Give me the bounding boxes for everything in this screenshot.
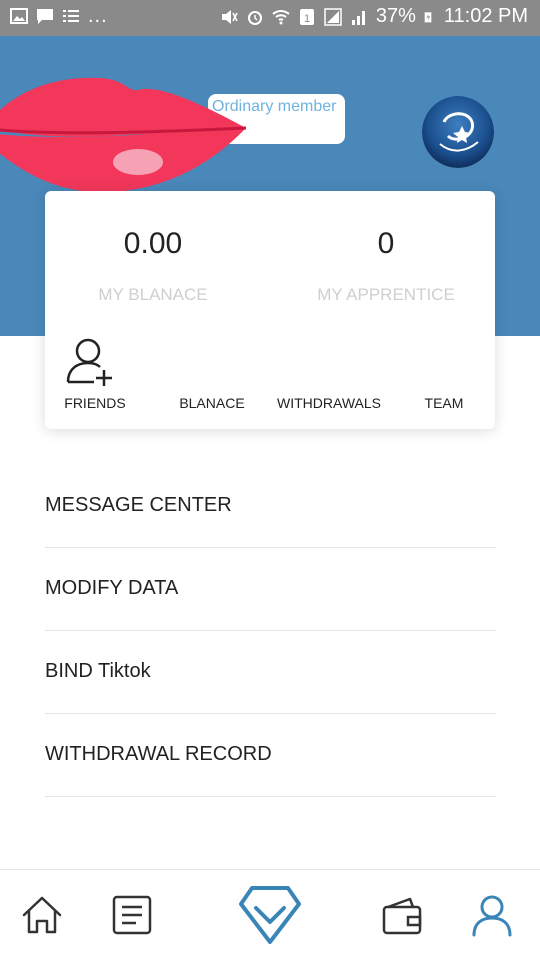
friends-label: FRIENDS xyxy=(64,395,126,411)
withdrawals-button[interactable]: WITHDRAWALS xyxy=(274,331,384,411)
apprentice-stat[interactable]: 0 MY APPRENTICE xyxy=(286,227,486,305)
menu-item-label: MESSAGE CENTER xyxy=(45,493,232,516)
add-friend-icon xyxy=(66,338,112,386)
sim-icon: 1 xyxy=(299,8,314,25)
menu-item-withdrawal-record[interactable]: WITHDRAWAL RECORD xyxy=(45,714,496,797)
profile-icon[interactable] xyxy=(470,893,514,937)
battery-percent: 37% xyxy=(375,5,416,27)
menu-item-label: BIND Tiktok xyxy=(45,659,151,682)
friends-button[interactable]: FRIENDS xyxy=(40,331,150,411)
menu-item-modify-data[interactable]: MODIFY DATA xyxy=(45,548,496,631)
balance-value: 0.00 xyxy=(123,227,183,260)
balance-label: MY BLANACE xyxy=(98,285,208,304)
notification-icons: ... xyxy=(10,5,108,27)
list-icon xyxy=(63,10,79,22)
account-summary-card: 0.00 MY BLANACE 0 MY APPRENTICE FRIENDS … xyxy=(45,191,495,429)
alarm-icon xyxy=(247,10,262,25)
message-icon xyxy=(37,9,53,24)
balance-button[interactable]: BLANACE xyxy=(157,331,267,411)
balance-stat[interactable]: 0.00 MY BLANACE xyxy=(53,227,253,305)
wifi-icon xyxy=(272,9,290,24)
apprentice-label: MY APPRENTICE xyxy=(317,285,455,304)
system-icons: 1 37% 11:02 PM xyxy=(220,5,528,28)
menu-item-label: MODIFY DATA xyxy=(45,576,179,599)
clock: 11:02 PM xyxy=(443,5,528,27)
settings-menu: MESSAGE CENTER MODIFY DATA BIND Tiktok W… xyxy=(45,465,496,797)
svg-text:1: 1 xyxy=(304,13,310,25)
lips-sticker xyxy=(0,77,247,193)
team-button[interactable]: TEAM xyxy=(389,331,499,411)
diamond-check-icon[interactable] xyxy=(238,884,302,946)
apprentice-value: 0 xyxy=(377,227,395,260)
more-notifications: ... xyxy=(88,5,108,27)
team-label: TEAM xyxy=(424,395,464,411)
menu-item-bind-tiktok[interactable]: BIND Tiktok xyxy=(45,631,496,714)
home-icon[interactable] xyxy=(20,893,64,937)
wallet-icon[interactable] xyxy=(380,893,424,937)
menu-item-message-center[interactable]: MESSAGE CENTER xyxy=(45,465,496,548)
withdrawals-label: WITHDRAWALS xyxy=(277,395,381,411)
avatar[interactable] xyxy=(422,96,494,168)
status-bar: ... 1 37% 11:02 PM xyxy=(0,0,540,36)
image-icon xyxy=(10,8,28,24)
mute-icon xyxy=(221,9,238,24)
battery-charging-icon xyxy=(424,11,432,22)
menu-item-label: WITHDRAWAL RECORD xyxy=(45,742,272,765)
bottom-navigation xyxy=(0,869,540,960)
balance-action-label: BLANACE xyxy=(179,395,245,411)
task-list-icon[interactable] xyxy=(110,893,154,937)
signal-bars-icon xyxy=(351,10,365,25)
signal-icon xyxy=(324,7,342,26)
